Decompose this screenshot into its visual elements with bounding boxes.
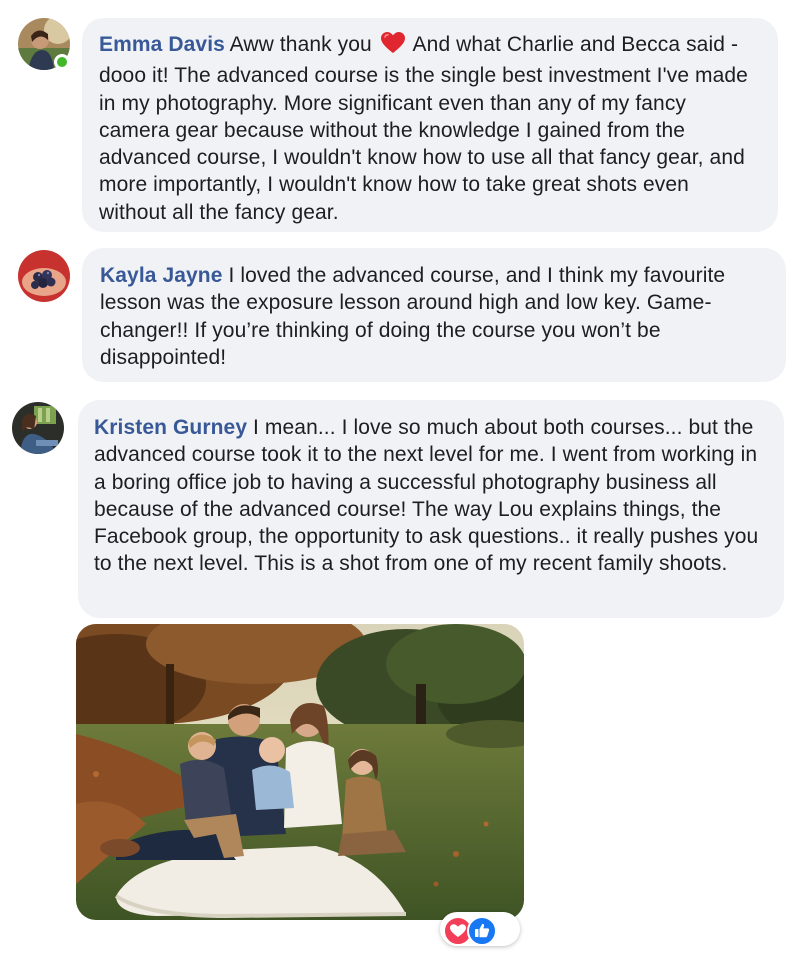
- comment-text: Aww thank you: [224, 33, 378, 56]
- comment-bubble: Kristen Gurney I mean... I love so much …: [78, 400, 784, 618]
- reaction-summary[interactable]: [440, 912, 520, 946]
- comment-text-continued: And what Charlie and Becca said - dooo i…: [99, 33, 748, 224]
- comment-bubble: Emma Davis Aww thank you And what Charli…: [82, 18, 778, 232]
- like-reaction-icon: [467, 916, 497, 946]
- family-photo-attachment[interactable]: [76, 624, 524, 920]
- red-heart-emoji-icon: [380, 31, 406, 62]
- comment-bubble: Kayla Jayne I loved the advanced course,…: [82, 248, 786, 382]
- online-status-indicator: [54, 54, 70, 70]
- comment-author-name[interactable]: Kayla Jayne: [100, 264, 223, 287]
- comment-author-name[interactable]: Emma Davis: [99, 33, 225, 56]
- family-photo-icon: [76, 624, 524, 920]
- comment-author-name[interactable]: Kristen Gurney: [94, 416, 247, 439]
- comment-text: I mean... I love so much about both cour…: [94, 416, 759, 576]
- kayla-jayne-avatar[interactable]: [18, 250, 70, 302]
- kristen-gurney-avatar[interactable]: [12, 402, 64, 454]
